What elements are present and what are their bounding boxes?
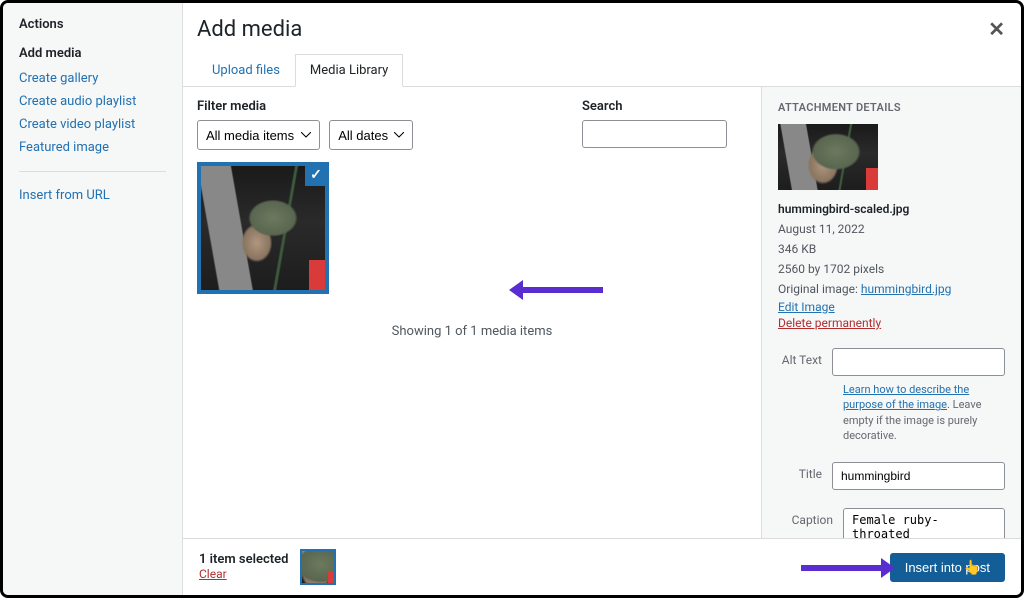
- filter-type-select[interactable]: All media items: [197, 120, 320, 150]
- annotation-arrow-1: [513, 287, 603, 293]
- media-modal: Actions Add media Create gallery Create …: [0, 0, 1024, 598]
- sidebar-link-featured[interactable]: Featured image: [19, 136, 166, 159]
- annotation-arrow-2: [801, 565, 891, 571]
- alt-label: Alt Text: [778, 348, 822, 367]
- caption-label: Caption: [778, 508, 833, 527]
- sidebar-divider: [19, 171, 166, 172]
- file-dims: 2560 by 1702 pixels: [778, 260, 1005, 278]
- filter-row: Filter media All media items All dates S…: [197, 99, 747, 150]
- thumbnails-grid: ✓: [197, 162, 747, 294]
- delete-link[interactable]: Delete permanently: [778, 316, 1005, 330]
- modal-header: Add media ✕: [183, 3, 1021, 42]
- clear-link[interactable]: Clear: [199, 567, 227, 581]
- sidebar-link-url[interactable]: Insert from URL: [19, 184, 166, 207]
- content: Filter media All media items All dates S…: [183, 87, 1021, 538]
- cursor-icon: 👆: [964, 560, 981, 576]
- file-date: August 11, 2022: [778, 220, 1005, 238]
- sidebar-active-item[interactable]: Add media: [19, 46, 166, 61]
- search-label: Search: [582, 99, 727, 114]
- selected-thumb[interactable]: [300, 549, 336, 585]
- sidebar-link-audio[interactable]: Create audio playlist: [19, 90, 166, 113]
- tab-upload[interactable]: Upload files: [197, 54, 295, 87]
- close-icon[interactable]: ✕: [988, 17, 1005, 41]
- orig-link[interactable]: hummingbird.jpg: [861, 282, 951, 296]
- alt-text-input[interactable]: [832, 348, 1005, 376]
- caption-row: Caption Female ruby-throated hummingbird…: [778, 502, 1005, 538]
- title-label: Title: [778, 462, 822, 481]
- detail-thumb: [778, 124, 878, 190]
- insert-button[interactable]: Insert into post: [890, 553, 1005, 582]
- showing-count: Showing 1 of 1 media items: [197, 324, 747, 339]
- sidebar-link-gallery[interactable]: Create gallery: [19, 67, 166, 90]
- attachment-details: ATTACHMENT DETAILS hummingbird-scaled.jp…: [761, 87, 1021, 538]
- title-row: Title: [778, 456, 1005, 490]
- check-icon[interactable]: ✓: [305, 164, 327, 186]
- filter-label: Filter media: [197, 99, 562, 114]
- search-input[interactable]: [582, 120, 727, 148]
- file-size: 346 KB: [778, 240, 1005, 258]
- media-thumb-selected[interactable]: ✓: [197, 162, 329, 294]
- modal-footer: 1 item selected Clear Insert into post 👆: [183, 538, 1021, 595]
- sidebar-link-video[interactable]: Create video playlist: [19, 113, 166, 136]
- caption-input[interactable]: Female ruby-throated hummingbird.: [843, 508, 1005, 538]
- modal-title: Add media: [197, 17, 1001, 42]
- alt-text-row: Alt Text: [778, 342, 1005, 376]
- tabs: Upload files Media Library: [183, 54, 1021, 87]
- details-heading: ATTACHMENT DETAILS: [778, 101, 1005, 114]
- alt-hint: Learn how to describe the purpose of the…: [778, 382, 1005, 444]
- main-panel: Add media ✕ Upload files Media Library F…: [183, 3, 1021, 595]
- selected-count: 1 item selected: [199, 552, 288, 567]
- file-orig: Original image: hummingbird.jpg: [778, 280, 1005, 298]
- tab-library[interactable]: Media Library: [295, 54, 403, 87]
- actions-sidebar: Actions Add media Create gallery Create …: [3, 3, 183, 595]
- title-input[interactable]: [832, 462, 1005, 490]
- footer-left: 1 item selected Clear: [199, 549, 336, 585]
- edit-image-link[interactable]: Edit Image: [778, 300, 1005, 314]
- filename: hummingbird-scaled.jpg: [778, 202, 909, 216]
- media-browser: Filter media All media items All dates S…: [183, 87, 761, 538]
- sidebar-heading: Actions: [19, 17, 166, 32]
- selection-info: 1 item selected Clear: [199, 552, 288, 582]
- filter-date-select[interactable]: All dates: [329, 120, 413, 150]
